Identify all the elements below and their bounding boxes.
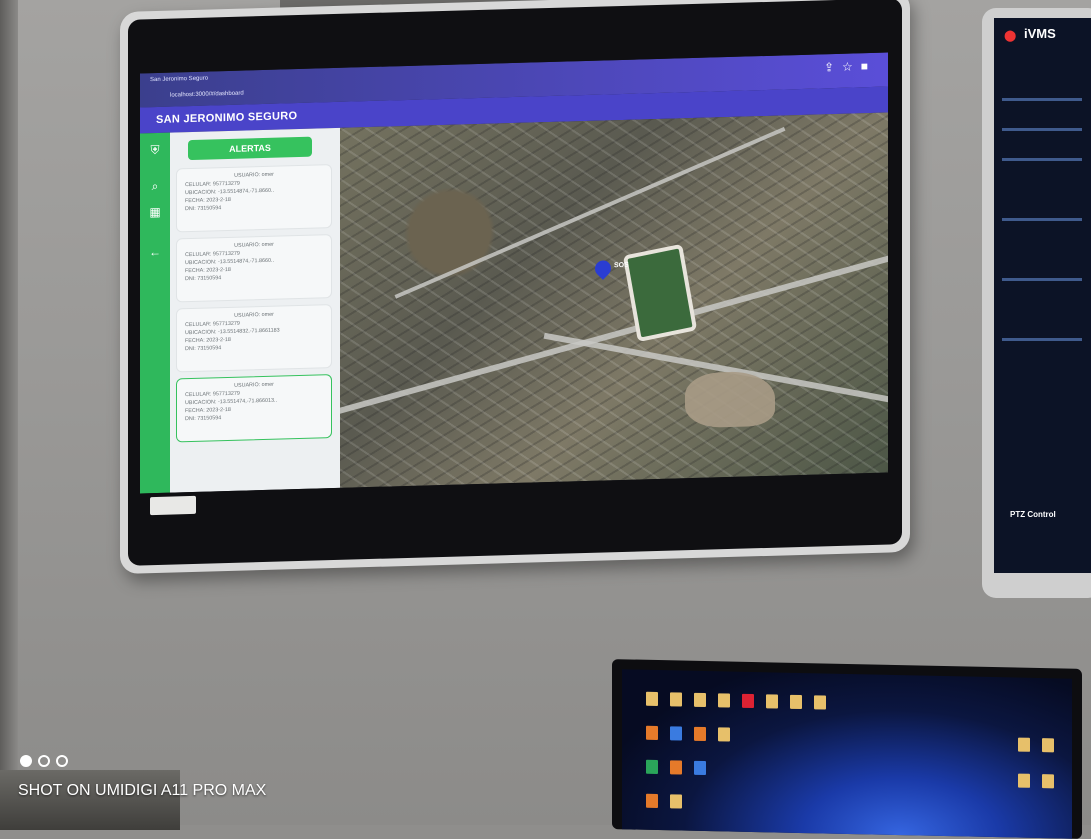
browser-tab[interactable]: San Jeronimo Seguro [150, 74, 260, 89]
desktop-file-icon[interactable] [718, 693, 730, 708]
sos-marker-icon[interactable] [591, 257, 615, 280]
alert-card-selected[interactable]: USUARIO: omer CELULAR: 957713279 UBICACI… [176, 374, 332, 443]
browser-action-icons[interactable]: ⇪☆■ [824, 59, 876, 74]
map-open-field [685, 370, 775, 429]
foreground-object [0, 770, 180, 830]
tree-row[interactable] [1002, 128, 1082, 131]
laptop-desktop [622, 669, 1072, 839]
tree-row[interactable] [1002, 158, 1082, 161]
dot-indicator [56, 755, 68, 767]
back-arrow-icon[interactable]: ← [146, 243, 164, 262]
monitor-screen: San Jeronimo Seguro localhost:3000/#/das… [140, 52, 888, 494]
desktop-app-icon[interactable] [670, 760, 682, 775]
desktop-file-icon[interactable] [646, 691, 658, 707]
monitor-sticker [150, 495, 196, 516]
alert-card[interactable]: USUARIO: omer CELULAR: 957713279 UBICACI… [176, 234, 332, 303]
ptz-control-label: PTZ Control [1010, 510, 1056, 519]
desktop-folder-icon[interactable] [1018, 737, 1030, 752]
desktop-pdf-icon[interactable] [742, 693, 754, 709]
right-monitor-title: iVMS [1024, 26, 1056, 41]
map-road [340, 249, 888, 417]
ivms-logo-icon: ⬤ [1004, 30, 1017, 42]
camera-mode-dots [20, 754, 74, 772]
dot-indicator [20, 755, 32, 767]
desktop-app-icon[interactable] [646, 759, 658, 775]
desktop-folder-icon[interactable] [1018, 773, 1030, 788]
desktop-file-icon[interactable] [790, 694, 802, 710]
dot-indicator [38, 755, 50, 767]
desktop-file-icon[interactable] [766, 694, 778, 709]
wall-edge [0, 0, 18, 825]
right-monitor-screen: ⬤ iVMS PTZ Control [994, 18, 1091, 573]
desktop-file-icon[interactable] [814, 695, 826, 710]
alert-card[interactable]: USUARIO: omer CELULAR: 957713279 UBICACI… [176, 304, 332, 373]
desktop-app-icon[interactable] [646, 725, 658, 741]
desktop-app-icon[interactable] [646, 793, 658, 809]
map-search-icon[interactable]: ⌕ [146, 177, 164, 196]
desktop-folder-icon[interactable] [1042, 774, 1054, 789]
right-monitor: ⬤ iVMS PTZ Control [982, 8, 1091, 598]
camera-watermark: SHOT ON UMIDIGI A11 PRO MAX [18, 782, 267, 799]
desktop-file-icon[interactable] [670, 794, 682, 809]
grid-icon[interactable]: ▦ [146, 203, 164, 222]
alert-card[interactable]: USUARIO: omer CELULAR: 957713279 UBICACI… [176, 164, 332, 233]
desktop-folder-icon[interactable] [1042, 738, 1054, 753]
desktop-file-icon[interactable] [718, 727, 730, 742]
satellite-map[interactable]: SOS [340, 112, 888, 488]
tree-row[interactable] [1002, 338, 1082, 341]
desktop-file-icon[interactable] [670, 692, 682, 707]
tree-row[interactable] [1002, 98, 1082, 101]
tree-row[interactable] [1002, 278, 1082, 281]
tree-row[interactable] [1002, 218, 1082, 221]
alerts-panel: ALERTAS USUARIO: omer CELULAR: 957713279… [170, 127, 340, 493]
desktop-app-icon[interactable] [694, 760, 706, 776]
sos-marker-label: SOS [614, 261, 629, 270]
desktop-app-icon[interactable] [694, 726, 706, 742]
shield-icon[interactable]: ⛨ [146, 141, 164, 160]
laptop [612, 659, 1082, 839]
map-road [394, 126, 786, 299]
sidebar: ⛨ ⌕ ▦ ← [140, 132, 170, 494]
desktop-app-icon[interactable] [670, 726, 682, 741]
alerts-header: ALERTAS [188, 136, 312, 161]
desktop-file-icon[interactable] [694, 692, 706, 708]
main-monitor: San Jeronimo Seguro localhost:3000/#/das… [120, 0, 910, 575]
